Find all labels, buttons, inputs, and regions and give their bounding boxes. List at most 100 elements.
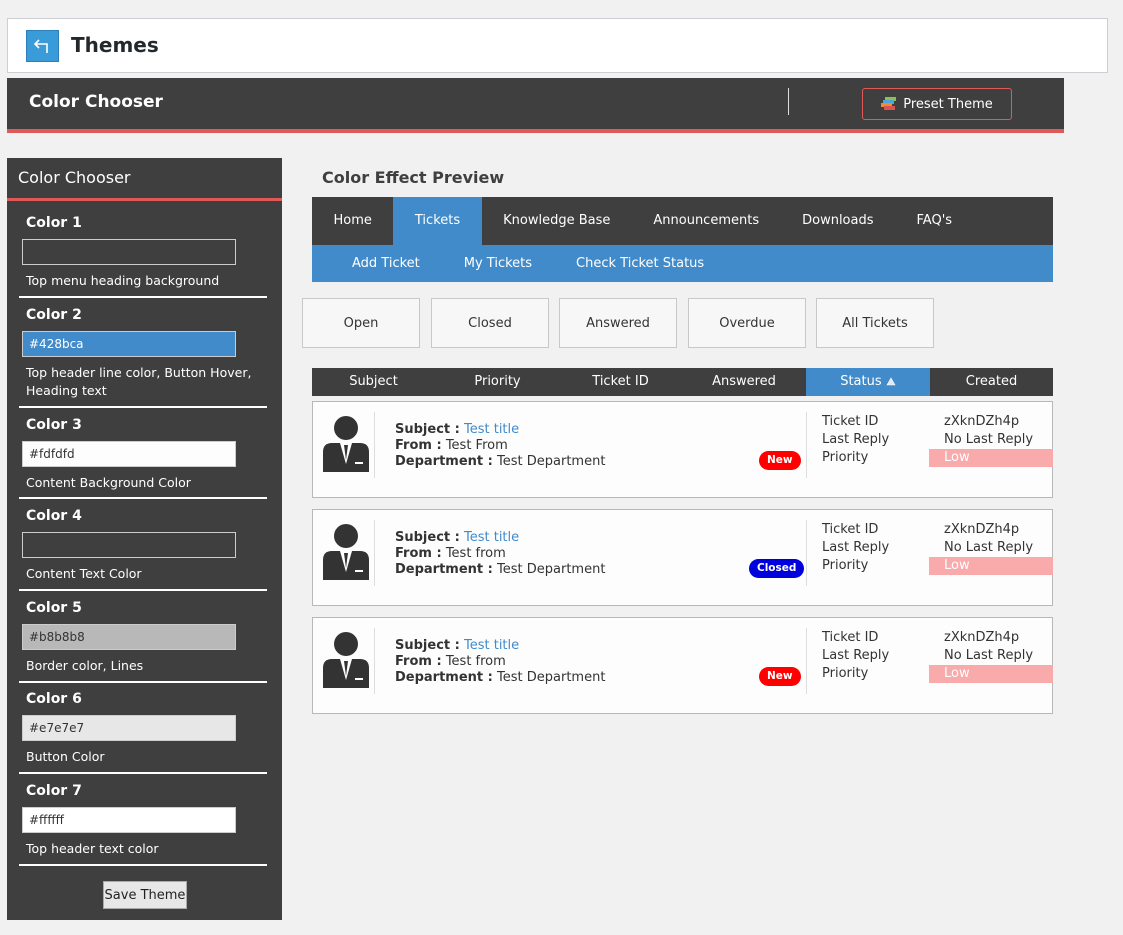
priority-value: Low — [929, 557, 1053, 575]
ticket-id-label: Ticket ID — [822, 414, 879, 429]
subnav-item-check-status[interactable]: Check Ticket Status — [554, 245, 726, 282]
preset-theme-icon — [881, 97, 897, 110]
user-avatar-icon — [323, 632, 369, 688]
color-description: Content Text Color — [26, 566, 142, 581]
color-label: Color 5 — [26, 600, 82, 616]
user-avatar-icon — [323, 416, 369, 472]
ticket-info: Subject : Test title From : Test from De… — [395, 638, 605, 686]
ticket-department: Test Department — [497, 454, 606, 469]
column-created[interactable]: Created — [930, 368, 1053, 396]
nav-item-faqs[interactable]: FAQ's — [895, 197, 974, 245]
color-1-input[interactable] — [22, 239, 236, 265]
color-7-input[interactable] — [22, 807, 236, 833]
nav-item-knowledge-base[interactable]: Knowledge Base — [482, 197, 632, 245]
subject-label: Subject : — [395, 638, 460, 653]
status-badge: New — [759, 451, 801, 470]
ticket-row[interactable]: Subject : Test title From : Test from De… — [312, 509, 1053, 606]
filter-open-button[interactable]: Open — [302, 298, 420, 348]
nav-item-downloads[interactable]: Downloads — [781, 197, 895, 245]
last-reply-label: Last Reply — [822, 540, 890, 555]
filter-closed-button[interactable]: Closed — [431, 298, 549, 348]
color-chooser-header: Color Chooser Preset Theme — [7, 78, 1064, 133]
back-button[interactable] — [26, 30, 59, 62]
ticket-divider — [806, 520, 807, 586]
preview-title: Color Effect Preview — [322, 168, 505, 187]
from-label: From : — [395, 654, 442, 669]
sort-asc-icon — [886, 377, 896, 386]
last-reply-label: Last Reply — [822, 432, 890, 447]
color-3-input[interactable] — [22, 441, 236, 467]
color-label: Color 4 — [26, 508, 82, 524]
ticket-from: Test from — [445, 654, 506, 669]
department-label: Department : — [395, 454, 493, 469]
priority-value: Low — [929, 665, 1053, 683]
filter-overdue-button[interactable]: Overdue — [688, 298, 806, 348]
color-label: Color 2 — [26, 307, 82, 323]
nav-item-tickets[interactable]: Tickets — [393, 197, 482, 245]
from-label: From : — [395, 438, 442, 453]
department-label: Department : — [395, 562, 493, 577]
status-badge: Closed — [749, 559, 805, 578]
color-description: Border color, Lines — [26, 658, 144, 673]
ticket-subject-link[interactable]: Test title — [464, 422, 519, 437]
color-item-3: Color 3 Content Background Color — [19, 417, 267, 499]
color-label: Color 3 — [26, 417, 82, 433]
color-4-input[interactable] — [22, 532, 236, 558]
color-item-1: Color 1 Top menu heading background — [19, 215, 267, 298]
color-sidebar: Color Chooser Color 1 Top menu heading b… — [7, 158, 282, 920]
ticket-row[interactable]: Subject : Test title From : Test from De… — [312, 617, 1053, 714]
color-label: Color 6 — [26, 691, 82, 707]
column-status[interactable]: Status — [806, 368, 930, 396]
column-priority[interactable]: Priority — [436, 368, 559, 396]
ticket-subject-link[interactable]: Test title — [464, 638, 519, 653]
page-title: Themes — [71, 33, 159, 57]
color-2-input[interactable] — [22, 331, 236, 357]
color-description: Top menu heading background — [26, 273, 220, 288]
color-label: Color 7 — [26, 783, 82, 799]
ticket-department: Test Department — [497, 562, 606, 577]
preset-theme-button[interactable]: Preset Theme — [862, 88, 1012, 120]
ticket-table-header: Subject Priority Ticket ID Answered Stat… — [312, 368, 1053, 396]
last-reply-value: No Last Reply — [944, 648, 1034, 663]
filter-all-tickets-button[interactable]: All Tickets — [816, 298, 934, 348]
header-title: Color Chooser — [29, 92, 163, 112]
color-label: Color 1 — [26, 215, 82, 231]
from-label: From : — [395, 546, 442, 561]
ticket-id-value: zXknDZh4p — [944, 630, 1020, 645]
subnav-item-my-tickets[interactable]: My Tickets — [442, 245, 554, 282]
last-reply-label: Last Reply — [822, 648, 890, 663]
ticket-id-value: zXknDZh4p — [944, 414, 1020, 429]
subject-label: Subject : — [395, 422, 460, 437]
column-answered[interactable]: Answered — [682, 368, 806, 396]
ticket-info: Subject : Test title From : Test from De… — [395, 530, 605, 578]
color-5-input[interactable] — [22, 624, 236, 650]
ticket-info: Subject : Test title From : Test From De… — [395, 422, 605, 470]
ticket-from: Test From — [445, 438, 508, 453]
department-label: Department : — [395, 670, 493, 685]
color-description: Top header line color, Button Hover, Hea… — [26, 365, 252, 398]
ticket-subject-link[interactable]: Test title — [464, 530, 519, 545]
ticket-department: Test Department — [497, 670, 606, 685]
column-subject[interactable]: Subject — [312, 368, 435, 396]
last-reply-value: No Last Reply — [944, 540, 1034, 555]
filter-answered-button[interactable]: Answered — [559, 298, 677, 348]
save-theme-button[interactable]: Save Theme — [103, 881, 187, 909]
column-ticket-id[interactable]: Ticket ID — [559, 368, 682, 396]
priority-label: Priority — [822, 450, 869, 465]
ticket-id-label: Ticket ID — [822, 630, 879, 645]
ticket-row[interactable]: Subject : Test title From : Test From De… — [312, 401, 1053, 498]
subject-label: Subject : — [395, 530, 460, 545]
subnav-item-add-ticket[interactable]: Add Ticket — [330, 245, 442, 282]
color-item-2: Color 2 Top header line color, Button Ho… — [19, 307, 267, 408]
avatar-divider — [374, 520, 375, 586]
priority-label: Priority — [822, 558, 869, 573]
preset-theme-label: Preset Theme — [903, 96, 993, 112]
avatar-divider — [374, 412, 375, 478]
nav-item-home[interactable]: Home — [312, 197, 393, 245]
column-status-label: Status — [840, 374, 882, 389]
nav-item-announcements[interactable]: Announcements — [632, 197, 781, 245]
color-description: Button Color — [26, 749, 105, 764]
color-description: Content Background Color — [26, 475, 191, 490]
sidebar-title: Color Chooser — [7, 158, 282, 201]
color-6-input[interactable] — [22, 715, 236, 741]
